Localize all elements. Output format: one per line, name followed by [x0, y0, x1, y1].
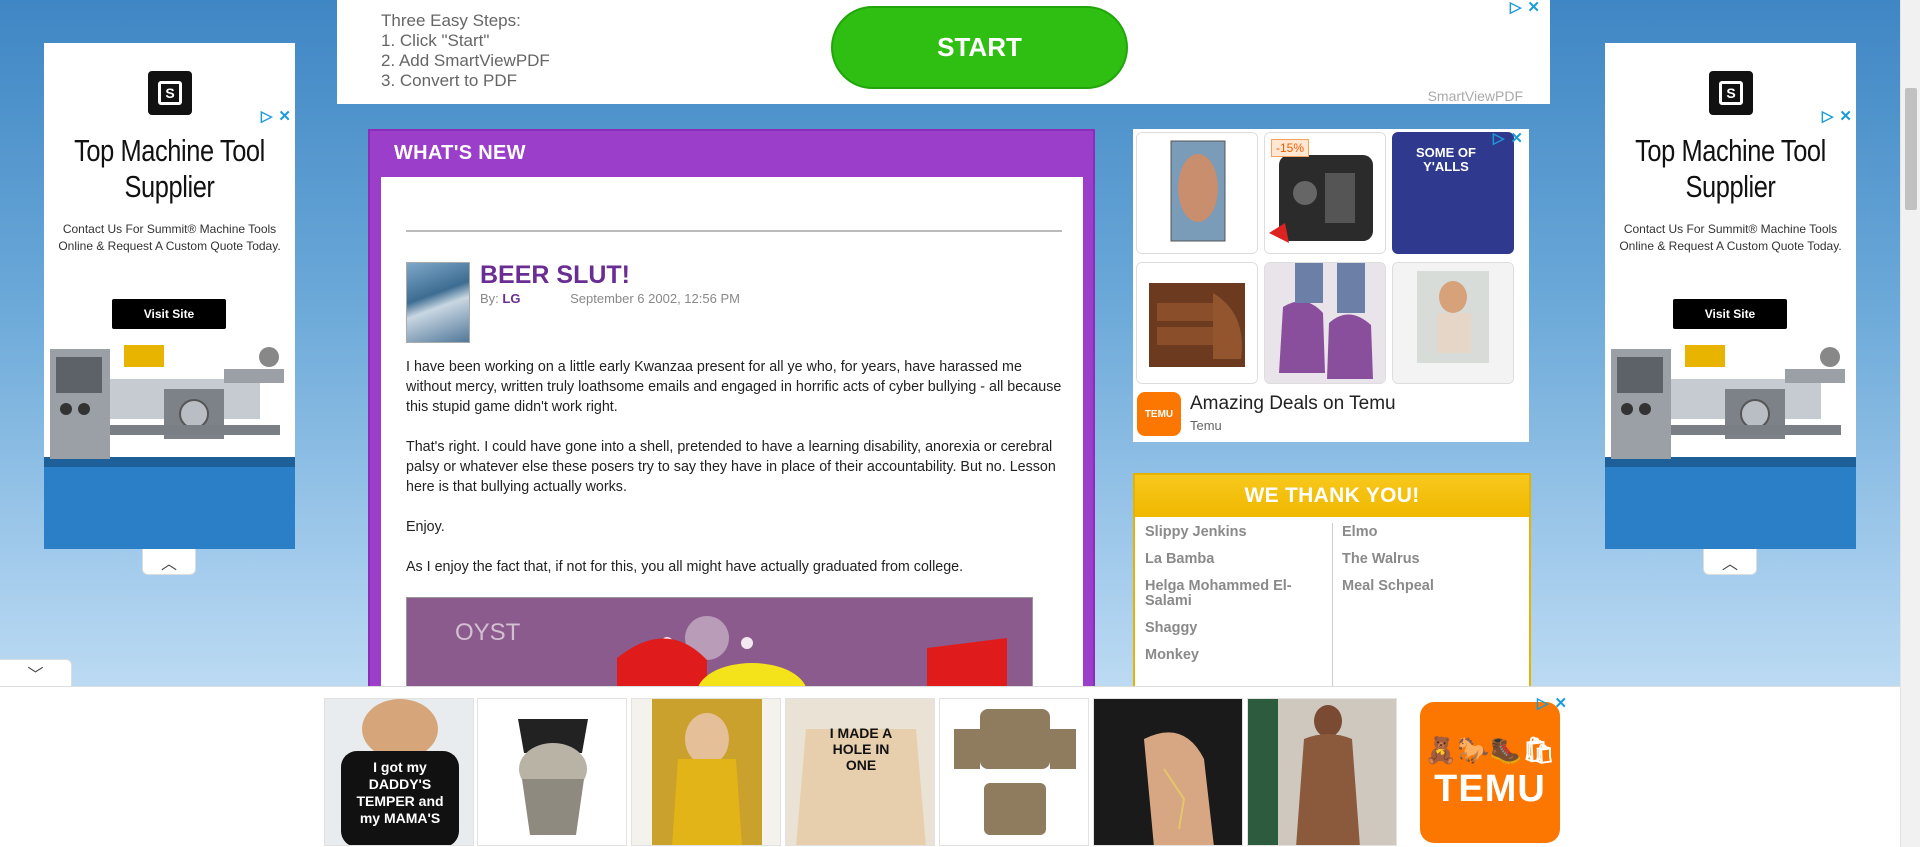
product-tile[interactable]: [1136, 262, 1258, 384]
ad-info-icon[interactable]: ▷: [1493, 129, 1505, 147]
product-tile[interactable]: [477, 698, 627, 846]
start-button[interactable]: START: [831, 6, 1128, 89]
by-label: By:: [480, 291, 499, 306]
ad-steps-title: Three Easy Steps:: [381, 11, 521, 30]
lathe-machine-image: [1605, 339, 1856, 549]
bottom-sticky-ad[interactable]: I got my DADDY'S TEMPER and my MAMA'S I …: [0, 686, 1900, 847]
ad-close-icon[interactable]: ✕: [1527, 0, 1540, 16]
left-ad-collapse-button[interactable]: ︿: [142, 549, 196, 575]
product-tile[interactable]: I got my DADDY'S TEMPER and my MAMA'S: [324, 698, 474, 846]
ad-info-icon[interactable]: ▷: [1510, 0, 1522, 16]
svg-text:OYST: OYST: [455, 619, 521, 646]
thanks-name: The Walrus: [1342, 551, 1420, 567]
post-paragraph: That's right. I could have gone into a s…: [406, 439, 1056, 495]
ad-subtext: Contact Us For Summit® Machine Tools Onl…: [58, 222, 281, 253]
ad-close-icon[interactable]: ✕: [278, 107, 291, 125]
product-tile[interactable]: [1264, 262, 1386, 384]
thanks-name: Slippy Jenkins: [1145, 524, 1247, 540]
ad-close-icon[interactable]: ✕: [1510, 129, 1523, 147]
ad-step-2: 2. Add SmartViewPDF: [381, 51, 550, 70]
summit-logo: S: [148, 71, 192, 115]
post-author[interactable]: LG: [502, 291, 520, 306]
adchoice-controls[interactable]: ▷ ✕: [1510, 0, 1540, 16]
ad-title[interactable]: Amazing Deals on Temu: [1190, 393, 1396, 415]
product-tile[interactable]: I MADE A HOLE IN ONE: [785, 698, 935, 846]
right-side-ad[interactable]: S ▷ ✕ Top Machine Tool Supplier Contact …: [1605, 43, 1856, 549]
post-date: September 6 2002, 12:56 PM: [570, 291, 740, 306]
product-tile[interactable]: [1136, 132, 1258, 254]
product-tile[interactable]: -15%: [1264, 132, 1386, 254]
divider: [406, 230, 1062, 232]
discount-badge: -15%: [1271, 139, 1310, 157]
ad-step-1: 1. Click "Start": [381, 31, 490, 50]
ad-close-icon[interactable]: ✕: [1839, 107, 1852, 125]
scrollbar-thumb[interactable]: [1905, 88, 1917, 210]
thank-you-title: WE THANK YOU!: [1135, 475, 1529, 517]
visit-site-button[interactable]: Visit Site: [1673, 299, 1787, 329]
adchoice-controls[interactable]: ▷ ✕: [1493, 129, 1523, 147]
thanks-name: Helga Mohammed El-Salami: [1145, 578, 1292, 609]
post-paragraph: Enjoy.: [406, 519, 445, 535]
ad-subtext: Contact Us For Summit® Machine Tools Onl…: [1619, 222, 1842, 253]
summit-logo: S: [1709, 71, 1753, 115]
thanks-name: La Bamba: [1145, 551, 1215, 567]
ad-step-3: 3. Convert to PDF: [381, 71, 518, 90]
temu-logo-icons: 🧸🐎🥾🛍: [1424, 734, 1556, 765]
post-content: I have been working on a little early Kw…: [406, 357, 1066, 597]
right-ad-collapse-button[interactable]: ︿: [1703, 549, 1757, 575]
temu-logo[interactable]: TEMU: [1137, 392, 1181, 436]
product-tile[interactable]: [1392, 262, 1514, 384]
product-tile[interactable]: SOME OF Y'ALLS: [1392, 132, 1514, 254]
top-banner-ad[interactable]: Three Easy Steps: 1. Click "Start" 2. Ad…: [337, 0, 1550, 104]
adchoice-controls[interactable]: ▷ ✕: [1537, 694, 1567, 712]
temu-logo-text: TEMU: [1434, 767, 1546, 810]
lathe-machine-image: [44, 339, 295, 549]
post-paragraph: As I enjoy the fact that, if not for thi…: [406, 559, 964, 575]
adchoice-controls[interactable]: ▷ ✕: [1822, 107, 1852, 125]
temu-product-ad[interactable]: -15% SOME OF Y'ALLS ▷ ✕ TEMU Amazing Dea…: [1133, 129, 1529, 442]
left-side-ad[interactable]: S ▷ ✕ Top Machine Tool Supplier Contact …: [44, 43, 295, 549]
shirt-text: I MADE A HOLE IN ONE: [829, 725, 893, 773]
thanks-name: Monkey: [1145, 647, 1199, 663]
shirt-text: SOME OF Y'ALLS: [1416, 145, 1476, 174]
bottom-ad-collapse-button[interactable]: ﹀: [0, 659, 72, 686]
product-tile[interactable]: [1247, 698, 1397, 846]
thanks-list-right: Elmo The Walrus Meal Schpeal: [1342, 525, 1522, 606]
page-scrollbar[interactable]: [1900, 0, 1920, 847]
thanks-name: Elmo: [1342, 524, 1378, 540]
product-tile[interactable]: [631, 698, 781, 846]
section-title: WHAT'S NEW: [394, 141, 526, 164]
ad-info-icon[interactable]: ▷: [1537, 694, 1549, 712]
thanks-name: Meal Schpeal: [1342, 578, 1434, 594]
post-paragraph: I have been working on a little early Kw…: [406, 359, 1062, 415]
temu-logo[interactable]: 🧸🐎🥾🛍 TEMU: [1420, 702, 1560, 843]
post-avatar[interactable]: [406, 262, 470, 343]
ad-brand: Temu: [1190, 418, 1222, 433]
post-meta: By: LG September 6 2002, 12:56 PM: [480, 291, 740, 306]
ad-info-icon[interactable]: ▷: [261, 107, 273, 125]
ad-info-icon[interactable]: ▷: [1822, 107, 1834, 125]
ad-headline: Top Machine Tool Supplier: [1635, 133, 1826, 204]
thanks-list-left: Slippy Jenkins La Bamba Helga Mohammed E…: [1145, 525, 1325, 675]
ad-close-icon[interactable]: ✕: [1555, 694, 1568, 712]
ad-headline: Top Machine Tool Supplier: [74, 133, 265, 204]
product-tile[interactable]: [939, 698, 1089, 846]
shirt-text: I got my DADDY'S TEMPER and my MAMA'S: [356, 759, 444, 826]
visit-site-button[interactable]: Visit Site: [112, 299, 226, 329]
beer-slut-graphic: OYST: [407, 598, 1032, 696]
ad-steps: Three Easy Steps: 1. Click "Start" 2. Ad…: [381, 11, 550, 91]
adchoice-controls[interactable]: ▷ ✕: [261, 107, 291, 125]
ad-brand: SmartViewPDF: [1427, 88, 1523, 104]
thanks-name: Shaggy: [1145, 620, 1198, 636]
post-title[interactable]: BEER SLUT!: [480, 261, 630, 290]
product-tile[interactable]: [1093, 698, 1243, 846]
post-image: OYST: [406, 597, 1033, 697]
